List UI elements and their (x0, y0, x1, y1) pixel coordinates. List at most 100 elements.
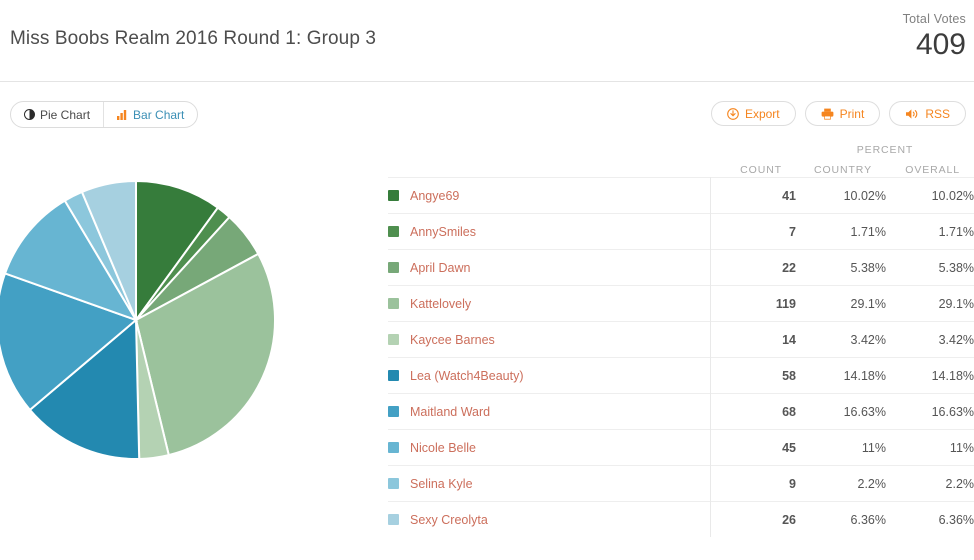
table-row: Selina Kyle 9 2.2% 2.2% (388, 465, 974, 502)
header-count: COUNT (710, 140, 796, 178)
row-name-link[interactable]: AnnySmiles (410, 225, 476, 239)
row-count: 9 (709, 465, 796, 502)
row-name-link[interactable]: Sexy Creolyta (410, 513, 488, 527)
header-overall-label: OVERALL (905, 164, 961, 176)
legend-swatch-icon (388, 478, 399, 489)
row-name-cell: AnnySmiles (388, 214, 710, 250)
row-percent-country: 6.36% (850, 512, 886, 527)
row-name-link[interactable]: Maitland Ward (410, 405, 490, 419)
bar-chart-icon (117, 109, 128, 120)
row-name-cell: Angye69 (388, 178, 710, 214)
legend-swatch-icon (388, 226, 399, 237)
analytics-page: Miss Boobs Realm 2016 Round 1: Group 3 T… (0, 0, 974, 560)
row-percent-overall: 5.38% (938, 260, 974, 275)
stats-table: COUNT PERCENT COUNTRY OVERALL Angye69 41… (388, 140, 974, 537)
row-count: 119 (709, 285, 796, 322)
row-percent-country: 16.63% (843, 404, 886, 419)
row-name-link[interactable]: Lea (Watch4Beauty) (410, 369, 523, 383)
tab-bar-chart[interactable]: Bar Chart (103, 102, 197, 127)
row-percent-overall: 6.36% (938, 512, 974, 527)
export-button[interactable]: Export (710, 101, 796, 126)
table-row: AnnySmiles 7 1.71% 1.71% (388, 213, 974, 250)
row-name-cell: April Dawn (388, 250, 710, 286)
row-name-link[interactable]: Nicole Belle (410, 441, 476, 455)
stats-table-body: Angye69 41 10.02% 10.02% AnnySmiles 7 1.71% 1.7… (388, 177, 974, 538)
total-votes-block: Total Votes 409 (903, 12, 966, 62)
table-row: Angye69 41 10.02% 10.02% (388, 177, 974, 214)
header-blank-2 (388, 157, 710, 178)
printer-icon (821, 108, 834, 120)
row-percent-country: 1.71% (850, 224, 886, 239)
header-percent-label: PERCENT (856, 144, 914, 156)
pie-chart-svg[interactable] (0, 140, 380, 560)
row-name-link[interactable]: April Dawn (410, 261, 470, 275)
row-percent-country: 5.38% (850, 260, 886, 275)
legend-swatch-icon (388, 298, 399, 309)
row-count: 45 (709, 429, 796, 466)
row-name-cell: Sexy Creolyta (388, 502, 710, 538)
table-row: Lea (Watch4Beauty) 58 14.18% 14.18% (388, 357, 974, 394)
row-percent-overall: 29.1% (938, 296, 974, 311)
header-overall: OVERALL (886, 157, 974, 178)
row-count: 68 (709, 393, 796, 430)
header-country: COUNTRY (796, 157, 886, 178)
row-percent-country: 2.2% (857, 476, 887, 491)
row-name-link[interactable]: Kattelovely (410, 297, 471, 311)
row-name-cell: Kaycee Barnes (388, 322, 710, 358)
chart-type-switcher: Pie Chart Bar Chart (10, 101, 199, 128)
row-percent-overall: 16.63% (931, 404, 974, 419)
row-percent-overall: 10.02% (931, 188, 974, 203)
row-percent-country: 10.02% (843, 188, 886, 203)
row-count: 41 (709, 177, 796, 214)
toolbar: Pie Chart Bar Chart Export Print RSS (0, 82, 974, 140)
table-row: Maitland Ward 68 16.63% 16.63% (388, 393, 974, 430)
row-count: 22 (709, 249, 796, 286)
row-count: 26 (709, 501, 796, 537)
table-row: Kaycee Barnes 14 3.42% 3.42% (388, 321, 974, 358)
pie-chart-icon (24, 109, 35, 120)
legend-swatch-icon (388, 334, 399, 345)
header-country-label: COUNTRY (813, 164, 872, 176)
row-percent-overall: 1.71% (938, 224, 974, 239)
header-row-bottom: COUNTRY OVERALL (388, 157, 974, 178)
tab-bar-chart-label: Bar Chart (133, 107, 185, 122)
download-circle-icon (727, 107, 739, 120)
row-count: 58 (709, 357, 796, 394)
row-percent-country: 11% (861, 440, 886, 455)
row-percent-overall: 11% (949, 440, 974, 455)
row-percent-country: 29.1% (850, 296, 886, 311)
rss-button[interactable]: RSS (889, 101, 966, 126)
page-header: Miss Boobs Realm 2016 Round 1: Group 3 T… (0, 0, 974, 82)
row-name-link[interactable]: Selina Kyle (410, 477, 473, 491)
total-votes-value: 409 (915, 28, 966, 61)
row-name-cell: Kattelovely (388, 286, 710, 322)
table-row: Sexy Creolyta 26 6.36% 6.36% (388, 501, 974, 538)
row-count: 14 (709, 321, 796, 358)
row-name-link[interactable]: Kaycee Barnes (410, 333, 495, 347)
row-name-cell: Selina Kyle (388, 466, 710, 502)
pie-chart (0, 140, 380, 560)
header-blank (388, 140, 710, 157)
row-percent-country: 3.42% (850, 332, 886, 347)
legend-swatch-icon (388, 262, 399, 273)
legend-swatch-icon (388, 442, 399, 453)
page-title: Miss Boobs Realm 2016 Round 1: Group 3 (10, 28, 377, 49)
table-row: Kattelovely 119 29.1% 29.1% (388, 285, 974, 322)
tab-pie-chart[interactable]: Pie Chart (11, 102, 103, 127)
row-name-cell: Lea (Watch4Beauty) (388, 358, 710, 394)
print-button[interactable]: Print (804, 101, 881, 126)
row-name-link[interactable]: Angye69 (410, 189, 459, 203)
total-votes-label: Total Votes (902, 12, 966, 26)
legend-swatch-icon (388, 190, 399, 201)
row-name-cell: Nicole Belle (388, 430, 710, 466)
rss-button-label: RSS (925, 106, 950, 121)
tab-pie-chart-label: Pie Chart (40, 107, 91, 122)
row-percent-country: 14.18% (843, 368, 886, 383)
rss-speaker-icon (905, 108, 919, 120)
export-button-label: Export (744, 106, 780, 121)
legend-swatch-icon (388, 370, 399, 381)
row-name-cell: Maitland Ward (388, 394, 710, 430)
row-percent-overall: 2.2% (945, 476, 974, 491)
stats-table-container: COUNT PERCENT COUNTRY OVERALL Angye69 41… (388, 140, 974, 537)
print-button-label: Print (839, 106, 865, 121)
